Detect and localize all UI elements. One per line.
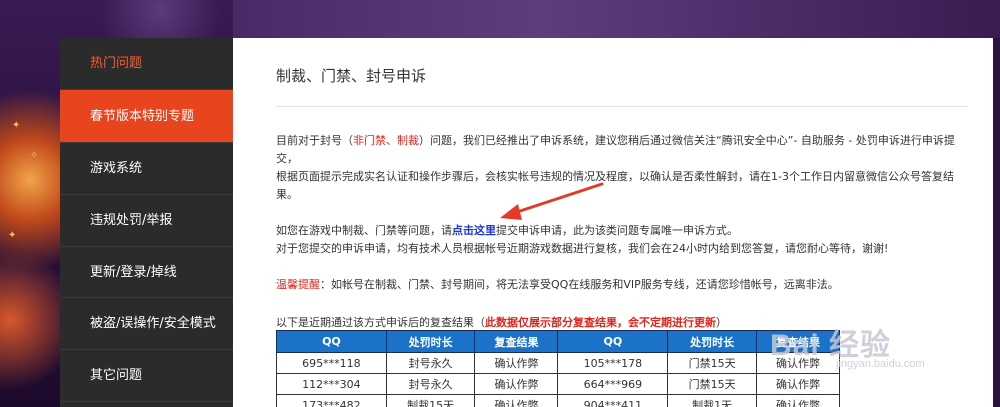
header-banner xyxy=(233,0,1000,38)
paragraph-appeal-link: 如您在游戏中制裁、门禁等问题，请点击这里提交申诉申请，此为该类问题专属唯一申诉方… xyxy=(276,222,971,240)
table-row: 173***482 制裁15天 确认作弊 904***411 制裁1天 确认作弊 xyxy=(276,394,841,407)
table-cell: 确认作弊 xyxy=(474,352,559,374)
text: ） xyxy=(716,316,727,329)
table-cell: 封号永久 xyxy=(385,352,476,374)
table-cell: 664***969 xyxy=(557,373,669,395)
results-note: 此数据仅展示部分复查结果，会不定期进行更新 xyxy=(485,316,716,329)
sidebar-item-game-system[interactable]: 游戏系统 xyxy=(60,143,233,195)
firework-sparkle-icon: ✦ xyxy=(8,230,17,241)
article-body: 目前对于封号（非门禁、制裁）问题，我们已经推出了申诉系统，建议您稍后通过微信关注… xyxy=(276,132,971,294)
table-cell: 112***304 xyxy=(276,373,387,395)
sidebar-item-hot-issues[interactable]: 热门问题 xyxy=(60,38,233,90)
text: 以下是近期通过该方式申诉后的复查结果（ xyxy=(276,316,485,329)
column-header: QQ xyxy=(276,330,387,353)
text: 目前对于封号（ xyxy=(276,134,353,147)
sidebar-item-update-login[interactable]: 更新/登录/掉线 xyxy=(60,247,233,299)
table-cell: 确认作弊 xyxy=(755,394,841,407)
sidebar-item-spring-festival[interactable]: 春节版本特别专题 xyxy=(60,90,233,143)
review-results-table: QQ 处罚时长 复查结果 QQ 处罚时长 复查结果 695***118 封号永久… xyxy=(276,330,841,407)
column-header: 处罚时长 xyxy=(667,330,757,353)
highlight-text: 非门禁、制裁 xyxy=(353,134,419,147)
table-cell: 确认作弊 xyxy=(474,394,559,407)
divider xyxy=(276,106,968,107)
table-cell: 门禁15天 xyxy=(667,352,757,374)
sidebar-item-violation-report[interactable]: 违规处罚/举报 xyxy=(60,195,233,247)
tip-text: ：如帐号在制裁、门禁、封号期间，将无法享受QQ在线服务和VIP服务专线，还请您珍… xyxy=(320,278,839,291)
results-intro: 以下是近期通过该方式申诉后的复查结果（此数据仅展示部分复查结果，会不定期进行更新… xyxy=(276,314,727,330)
table-header-row: QQ 处罚时长 复查结果 QQ 处罚时长 复查结果 xyxy=(276,330,841,353)
table-cell: 695***118 xyxy=(276,352,387,374)
column-header: 复查结果 xyxy=(474,330,559,353)
sidebar-item-stolen-safemode[interactable]: 被盗/误操作/安全模式 xyxy=(60,298,233,351)
table-cell: 门禁15天 xyxy=(667,373,757,395)
sidebar-item-other[interactable]: 其它问题 xyxy=(60,350,233,402)
table-cell: 确认作弊 xyxy=(474,373,559,395)
table-cell: 制裁15天 xyxy=(385,394,476,407)
column-header: 处罚时长 xyxy=(385,330,476,353)
column-header: QQ xyxy=(557,330,669,353)
paragraph-review-note: 对于您提交的申诉申请，均有技术人员根据帐号近期游戏数据进行复核，我们会在24小时… xyxy=(276,242,889,255)
table-cell: 确认作弊 xyxy=(755,373,841,395)
table-cell: 173***482 xyxy=(276,394,387,407)
tip-label: 温馨提醒 xyxy=(276,278,320,291)
table-cell: 封号永久 xyxy=(385,373,476,395)
click-here-link[interactable]: 点击这里 xyxy=(452,224,496,237)
text: 提交申诉申请，此为该类问题专属唯一申诉方式。 xyxy=(496,224,738,237)
right-border xyxy=(993,38,1000,407)
firework-sparkle-icon: ✧ xyxy=(30,150,39,161)
table-cell: 904***411 xyxy=(557,394,669,407)
watermark-url: jingyan.baidu.com xyxy=(836,358,925,370)
baidu-watermark: Bai 经验 jingyan.baidu.com xyxy=(770,320,925,370)
table-cell: 制裁1天 xyxy=(667,394,757,407)
paragraph-appeal-intro: 目前对于封号（非门禁、制裁）问题，我们已经推出了申诉系统，建议您稍后通过微信关注… xyxy=(276,132,971,168)
text: 如您在游戏中制裁、门禁等问题，请 xyxy=(276,224,452,237)
table-row: 695***118 封号永久 确认作弊 105***178 门禁15天 确认作弊 xyxy=(276,352,841,374)
paragraph-appeal-process: 根据页面提示完成实名认证和操作步骤后，会核实帐号违规的情况及程度，以确认是否柔性… xyxy=(276,170,954,201)
table-cell: 105***178 xyxy=(557,352,669,374)
firework-sparkle-icon: ✦ xyxy=(12,120,21,131)
paragraph-tip: 温馨提醒：如帐号在制裁、门禁、封号期间，将无法享受QQ在线服务和VIP服务专线，… xyxy=(276,276,971,294)
sidebar-nav: 热门问题 春节版本特别专题 游戏系统 违规处罚/举报 更新/登录/掉线 被盗/误… xyxy=(60,38,233,407)
page-title: 制裁、门禁、封号申诉 xyxy=(276,67,427,85)
table-row: 112***304 封号永久 确认作弊 664***969 门禁15天 确认作弊 xyxy=(276,373,841,395)
